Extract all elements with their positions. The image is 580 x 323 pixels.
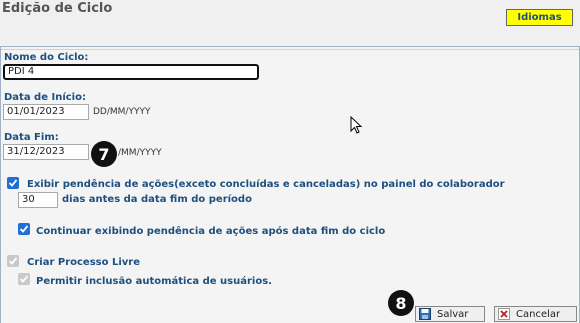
save-button[interactable]: Salvar <box>415 306 485 322</box>
start-date-input[interactable]: 01/01/2023 <box>3 104 89 120</box>
end-date-format-hint: /MM/YYYY <box>118 148 162 158</box>
end-date-label: Data Fim: <box>4 132 59 143</box>
checkmark-icon <box>19 275 29 283</box>
step-8-badge: 8 <box>388 290 414 316</box>
days-before-label: dias antes da data fim do período <box>62 194 252 205</box>
checkmark-icon <box>8 179 18 187</box>
start-date-format-hint: DD/MM/YYYY <box>93 107 151 117</box>
start-date-label: Data de Início: <box>4 92 86 103</box>
pending-actions-label: Exibir pendência de ações(exceto concluí… <box>27 179 505 190</box>
auto-include-checkbox <box>18 273 30 285</box>
cancel-button-label: Cancelar <box>516 308 561 320</box>
pending-actions-checkbox[interactable] <box>7 177 19 189</box>
free-process-checkbox <box>7 255 19 267</box>
close-x-icon <box>498 308 510 320</box>
free-process-label: Criar Processo Livre <box>27 257 140 268</box>
page-title: Edição de Ciclo <box>2 1 113 16</box>
days-before-input[interactable]: 30 <box>18 192 58 208</box>
floppy-disk-icon <box>419 308 431 320</box>
cancel-button[interactable]: Cancelar <box>494 306 577 322</box>
end-date-input[interactable]: 31/12/2023 <box>3 144 89 160</box>
cycle-name-input[interactable]: PDI 4 <box>3 64 259 80</box>
languages-button[interactable]: Idiomas <box>506 9 573 26</box>
continue-pending-checkbox[interactable] <box>18 223 30 235</box>
checkmark-icon <box>8 257 18 265</box>
checkmark-icon <box>19 225 29 233</box>
save-button-label: Salvar <box>437 308 469 320</box>
mouse-pointer-icon <box>350 116 363 134</box>
cycle-name-label: Nome do Ciclo: <box>4 52 89 63</box>
step-7-badge: 7 <box>91 141 117 167</box>
auto-include-label: Permitir inclusão automática de usuários… <box>36 276 272 287</box>
continue-pending-label: Continuar exibindo pendência de ações ap… <box>36 226 386 237</box>
page-header: Edição de Ciclo Idiomas <box>0 0 580 46</box>
